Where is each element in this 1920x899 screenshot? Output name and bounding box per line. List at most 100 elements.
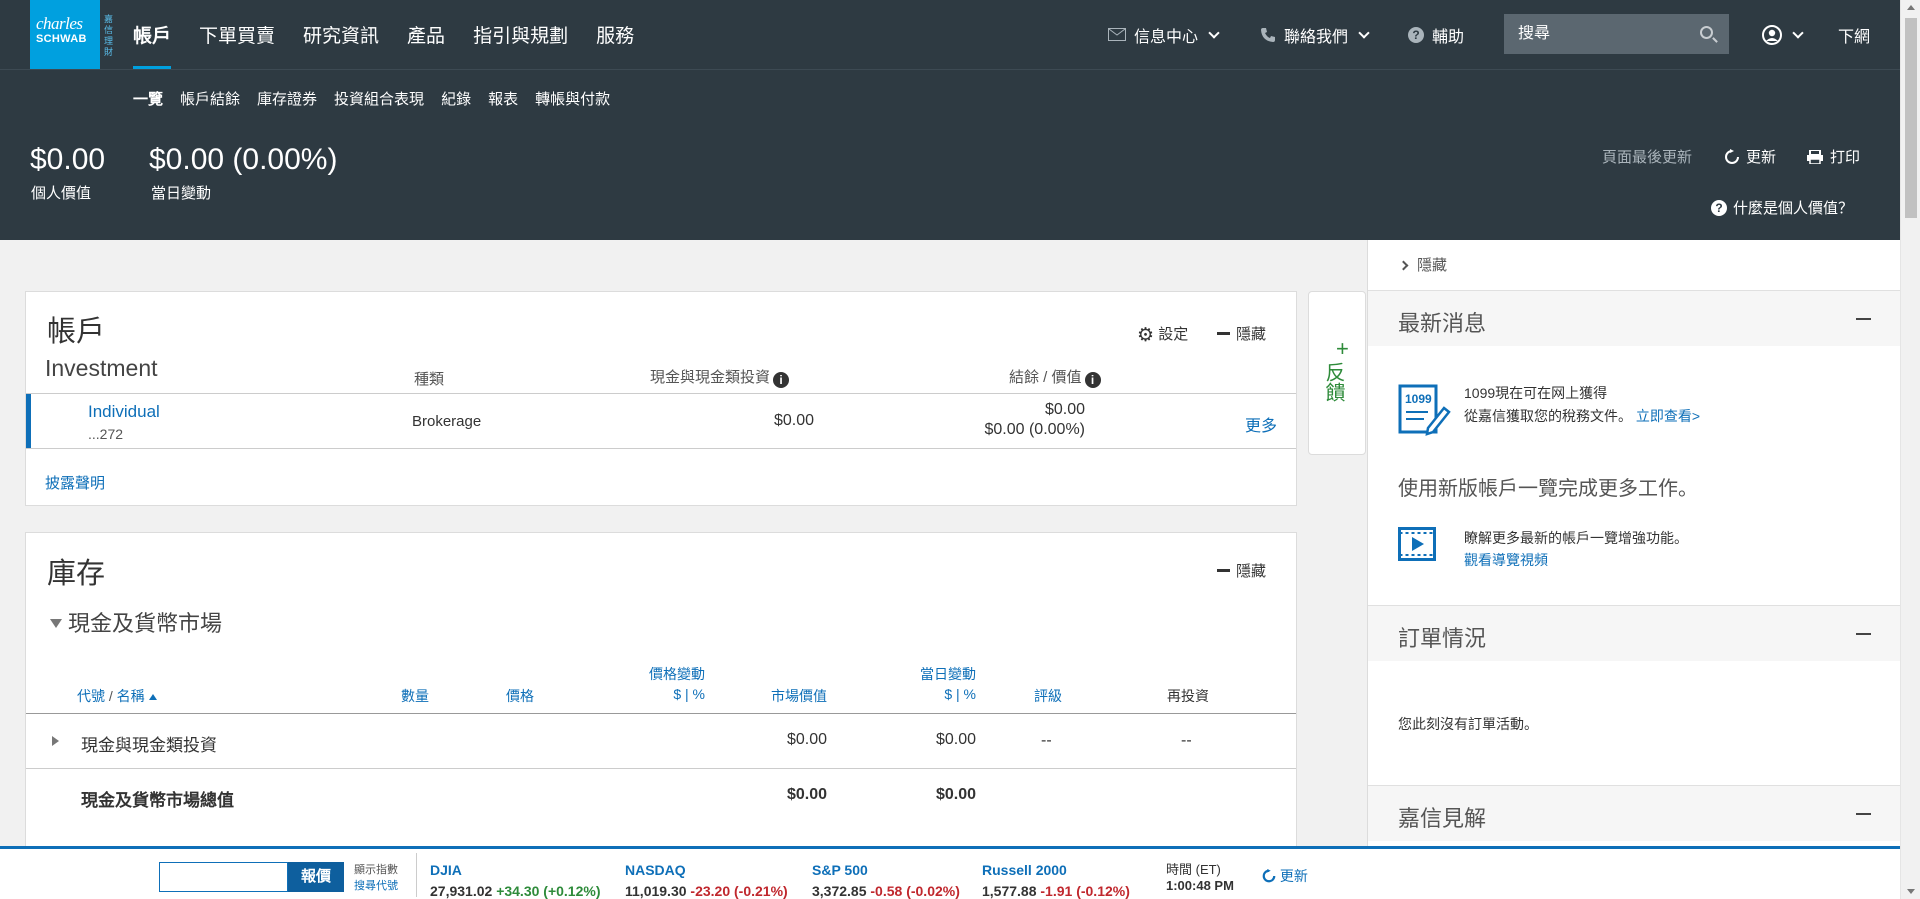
orders-section-header[interactable]: 訂單情況 — [1368, 605, 1900, 661]
index-quote-sp500: 3,372.85 -0.58 (-0.02%) — [812, 883, 960, 899]
quote-symbol-input[interactable] — [159, 862, 288, 892]
account-name-link[interactable]: Individual — [88, 402, 160, 422]
info-icon[interactable]: i — [1085, 372, 1101, 388]
schwab-logo[interactable]: charles SCHWAB — [30, 0, 100, 69]
holdings-total-market-value: $0.00 — [787, 786, 827, 804]
col-header-reinvest: 再投資 — [1167, 686, 1209, 706]
orders-empty-text: 您此刻沒有訂單活動。 — [1398, 714, 1538, 734]
account-number: ...272 — [88, 426, 123, 442]
last-updated-text: 頁面最後更新 — [1602, 146, 1692, 167]
logout-link[interactable]: 下網 — [1838, 0, 1870, 69]
col-header-day-change[interactable]: 當日變動 — [920, 664, 976, 684]
nav-item-research[interactable]: 研究資訊 — [303, 0, 393, 69]
user-menu[interactable] — [1762, 0, 1802, 69]
col-header-market-value[interactable]: 市場價值 — [771, 686, 827, 706]
insights-section-header[interactable]: 嘉信見解 — [1368, 785, 1900, 841]
cash-money-market-toggle[interactable]: 現金及貨幣市場 — [50, 606, 222, 638]
col-header-quantity[interactable]: 數量 — [401, 686, 429, 706]
print-button[interactable]: 打印 — [1806, 146, 1860, 167]
index-name-russell2000[interactable]: Russell 2000 — [982, 862, 1067, 878]
nav-item-planning[interactable]: 指引與規劃 — [473, 0, 582, 69]
col-header-symbol[interactable]: 代號 — [77, 688, 105, 704]
scrollbar-thumb[interactable] — [1905, 18, 1917, 218]
search-icon[interactable] — [1700, 26, 1713, 39]
col-header-price[interactable]: 價格 — [506, 686, 534, 706]
message-center-menu[interactable]: 信息中心 — [1108, 0, 1218, 69]
index-change: -23.20 (-0.21%) — [690, 883, 787, 899]
index-name-sp500[interactable]: S&P 500 — [812, 862, 868, 878]
holdings-total-label: 現金及貨幣市場總值 — [81, 786, 234, 811]
col-header-symbol-name[interactable]: 代號 / 名稱 — [77, 686, 157, 706]
right-side-panel: 隱藏 最新消息 1099 1099現在可在网上獲得 從嘉信獲取您的稅務文件。 立… — [1367, 240, 1900, 846]
accounts-hide-button[interactable]: 隱藏 — [1217, 323, 1266, 344]
page-scrollbar[interactable] — [1900, 0, 1920, 899]
holdings-title: 庫存 — [47, 550, 105, 592]
index-name-nasdaq[interactable]: NASDAQ — [625, 862, 686, 878]
logo-text-schwab: SCHWAB — [36, 33, 87, 45]
refresh-button[interactable]: 更新 — [1724, 146, 1776, 167]
new-overview-heading: 使用新版帳戶一覽完成更多工作。 — [1398, 472, 1698, 501]
col-header-cash: 現金與現金類投資i — [650, 366, 789, 388]
settings-button[interactable]: ⚙ 設定 — [1137, 323, 1188, 347]
news-section-header[interactable]: 最新消息 — [1368, 290, 1900, 346]
col-header-price-change-sub[interactable]: $ | % — [673, 686, 705, 702]
subnav-balances[interactable]: 帳戶結餘 — [180, 88, 240, 109]
news-1099-body: 從嘉信獲取您的稅務文件。 立即查看> — [1464, 406, 1700, 426]
nav-item-accounts[interactable]: 帳戶 — [133, 0, 185, 69]
disclosure-link[interactable]: 披露聲明 — [45, 472, 105, 493]
svg-text:1099: 1099 — [1405, 392, 1432, 406]
scroll-up-arrow[interactable] — [1907, 5, 1915, 10]
feedback-tab[interactable]: + 反饋 — [1308, 291, 1366, 455]
feedback-label: 反饋 — [1328, 362, 1348, 402]
video-body: 瞭解更多最新的帳戶一覽增強功能。 — [1464, 528, 1688, 548]
collapse-icon — [1856, 813, 1871, 815]
account-more-link[interactable]: 更多 — [1245, 412, 1277, 436]
holdings-card: 庫存 隱藏 現金及貨幣市場 代號 / 名稱 數量 價格 價格變動 $ | % 市… — [25, 532, 1297, 852]
nav-item-products[interactable]: 產品 — [407, 0, 459, 69]
day-change-label: 當日變動 — [151, 182, 211, 203]
help-link[interactable]: ? 輔助 — [1408, 0, 1464, 69]
what-is-personal-value-link[interactable]: ? 什麼是個人價值？ — [1711, 197, 1853, 218]
ticker-refresh-button[interactable]: 更新 — [1262, 866, 1308, 886]
search-symbol-link[interactable]: 搜尋代號 — [354, 877, 398, 893]
search-input[interactable] — [1518, 25, 1688, 43]
contact-us-menu[interactable]: 聯絡我們 — [1260, 0, 1368, 69]
panel-hide-button[interactable]: 隱藏 — [1400, 254, 1447, 275]
index-change: -1.91 (-0.12%) — [1040, 883, 1129, 899]
holdings-hide-button[interactable]: 隱藏 — [1217, 560, 1266, 581]
col-header-rating[interactable]: 評級 — [1034, 686, 1062, 706]
get-quote-button[interactable]: 報價 — [288, 862, 344, 892]
watch-tour-video-link[interactable]: 觀看導覽視頻 — [1464, 550, 1548, 570]
col-header-name[interactable]: 名稱 — [117, 688, 145, 704]
chevron-down-icon — [1358, 27, 1369, 38]
holding-rating: -- — [1041, 732, 1052, 750]
nav-item-service[interactable]: 服務 — [596, 0, 648, 69]
orders-section-title: 訂單情況 — [1398, 621, 1486, 653]
info-icon[interactable]: i — [773, 372, 789, 388]
index-name-djia[interactable]: DJIA — [430, 862, 462, 878]
view-now-link[interactable]: 立即查看> — [1636, 408, 1700, 424]
subnav-statements[interactable]: 報表 — [488, 88, 518, 109]
index-quote-nasdaq: 11,019.30 -23.20 (-0.21%) — [625, 883, 788, 899]
scroll-down-arrow[interactable] — [1907, 889, 1915, 894]
help-label: 輔助 — [1432, 23, 1464, 47]
refresh-icon — [1724, 149, 1740, 165]
sort-asc-icon — [149, 694, 157, 700]
col-header-price-change[interactable]: 價格變動 — [649, 664, 705, 684]
subnav-history[interactable]: 紀錄 — [441, 88, 471, 109]
index-quote-djia: 27,931.02 +34.30 (+0.12%) — [430, 883, 600, 899]
index-change: +34.30 (+0.12%) — [496, 883, 600, 899]
panel-hide-label: 隱藏 — [1417, 257, 1447, 274]
chevron-down-icon — [1792, 27, 1803, 38]
news-section-title: 最新消息 — [1398, 306, 1486, 338]
nav-item-trade[interactable]: 下單買賣 — [199, 0, 289, 69]
subnav-summary[interactable]: 一覽 — [133, 88, 163, 109]
subnav-positions[interactable]: 庫存證券 — [257, 88, 317, 109]
subnav-transfers[interactable]: 轉帳與付款 — [535, 88, 610, 109]
subnav-performance[interactable]: 投資組合表現 — [334, 88, 424, 109]
col-header-day-change-sub[interactable]: $ | % — [944, 686, 976, 702]
triangle-right-icon[interactable] — [52, 736, 59, 746]
show-index-link[interactable]: 顯示指數 — [354, 861, 398, 877]
account-row-accent — [26, 394, 31, 448]
main-nav-menu: 帳戶 下單買賣 研究資訊 產品 指引與規劃 服務 — [133, 0, 662, 69]
